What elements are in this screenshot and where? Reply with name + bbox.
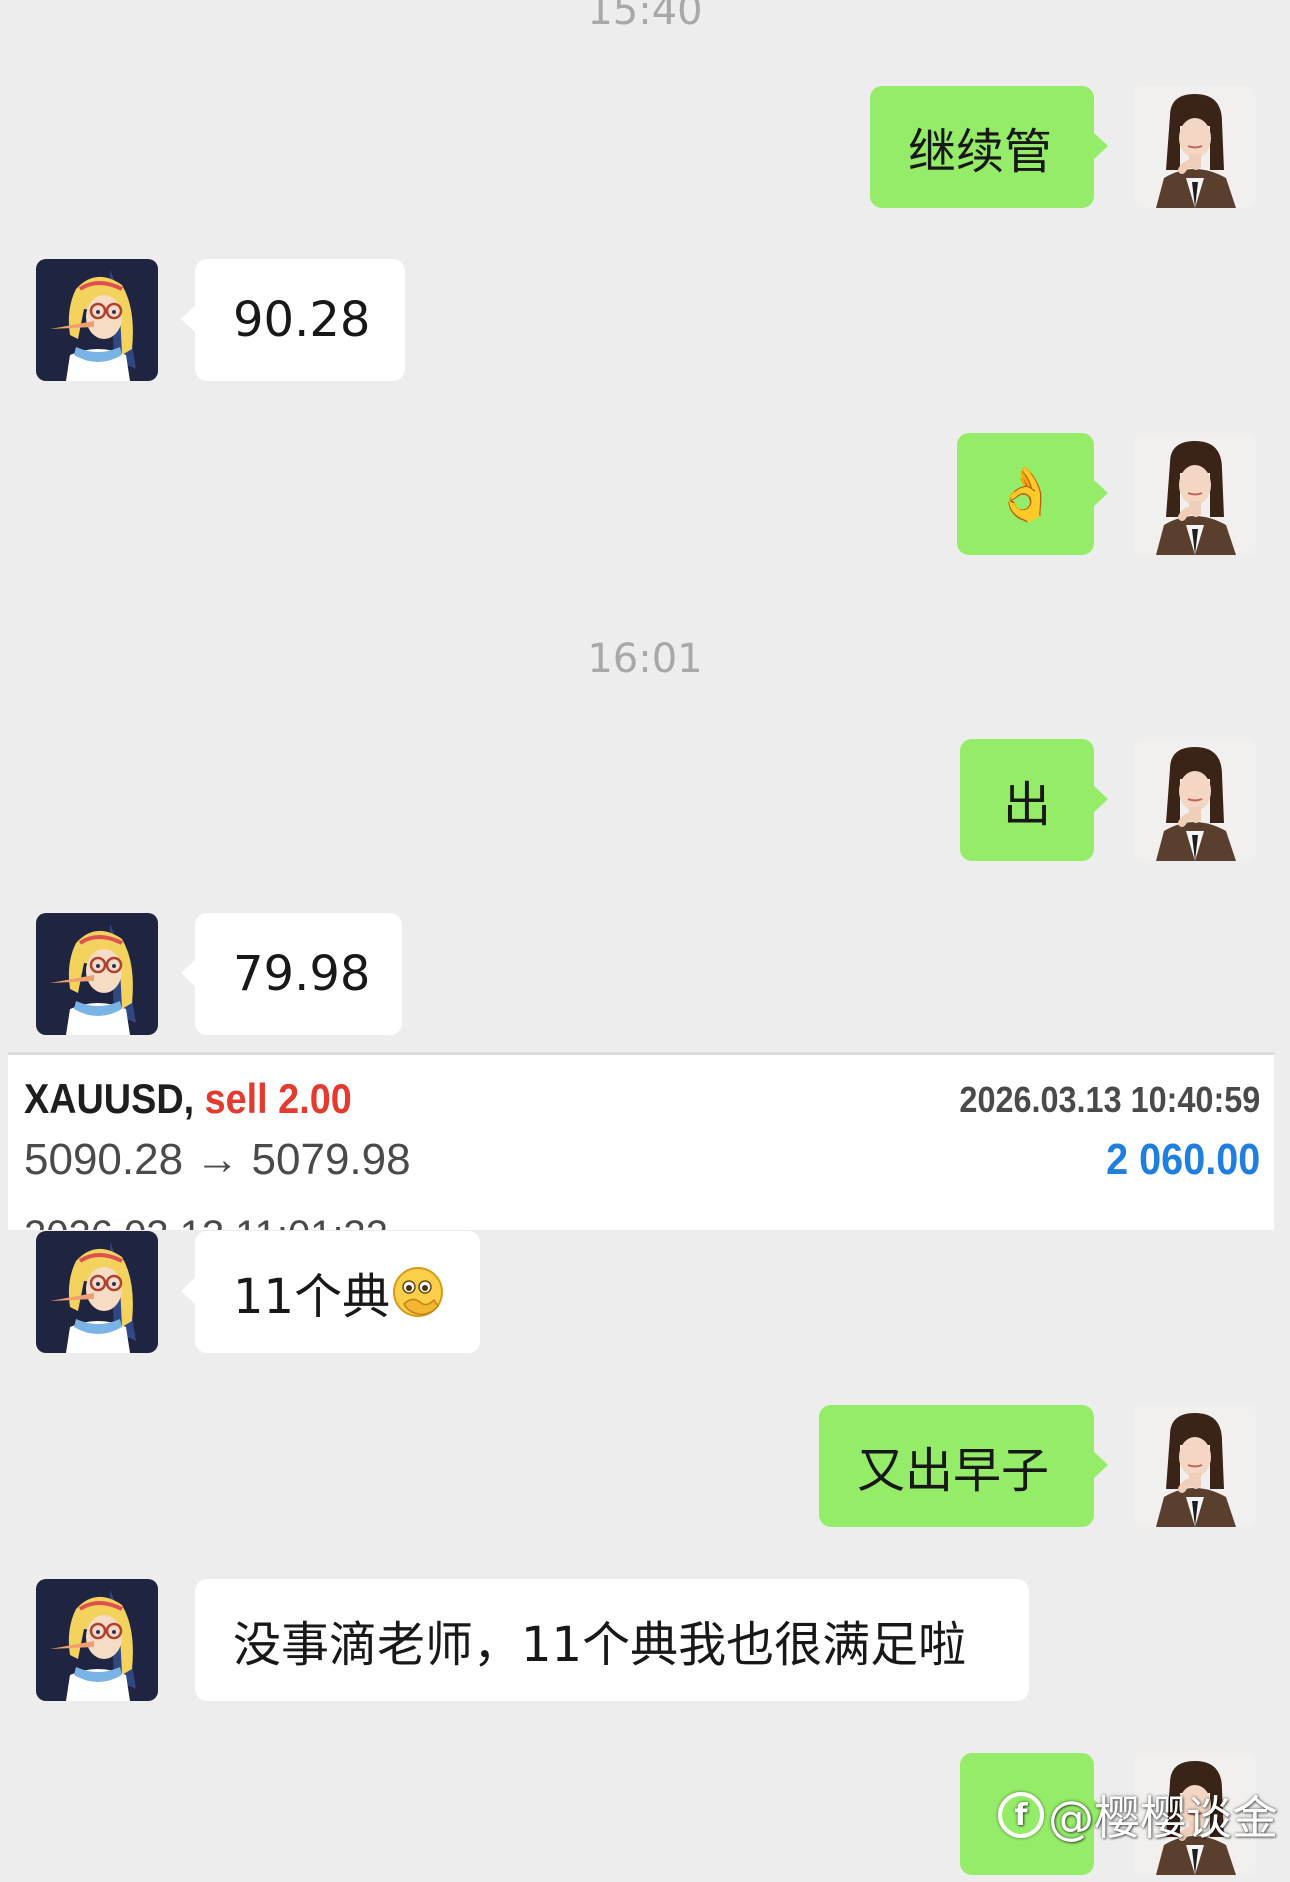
- face-hand-over-mouth-emoji-icon: [390, 1264, 446, 1320]
- self-avatar[interactable]: [1134, 1405, 1256, 1527]
- timestamp: 15:40: [587, 0, 703, 34]
- self-avatar[interactable]: [1134, 86, 1256, 208]
- next-trade-time-partial: 2026.03.13 11:01:32: [24, 1213, 388, 1230]
- sent-message-bubble[interactable]: 继续管: [870, 86, 1108, 208]
- self-avatar[interactable]: [1134, 739, 1256, 861]
- sent-message-bubble[interactable]: 又出早子: [819, 1405, 1108, 1527]
- trade-symbol: XAUUSD,: [24, 1075, 195, 1122]
- timestamp: 16:01: [587, 636, 703, 682]
- contact-avatar[interactable]: [36, 259, 158, 381]
- contact-avatar[interactable]: [36, 1231, 158, 1353]
- message-text: 继续管: [908, 124, 1053, 180]
- received-message-bubble[interactable]: 79.98: [181, 913, 402, 1035]
- cartoon-girl-avatar-icon: [36, 1579, 158, 1701]
- contact-avatar[interactable]: [36, 913, 158, 1035]
- woman-portrait-avatar-icon: [1134, 433, 1256, 555]
- message-text: 出: [1002, 777, 1051, 833]
- trade-profit: 2 060.00: [1105, 1135, 1260, 1184]
- received-message-bubble[interactable]: 11个典: [181, 1231, 480, 1353]
- trade-time: 2026.03.13 10:40:59: [959, 1079, 1260, 1120]
- woman-portrait-avatar-icon: [1134, 86, 1256, 208]
- woman-portrait-avatar-icon: [1134, 739, 1256, 861]
- message-text: 11个典: [233, 1269, 391, 1325]
- watermark-text: @樱樱谈金: [1048, 1791, 1278, 1845]
- chat-screen: 15:40 继续管 90.28 👌 16:01 出 79.98 XAUUSD, …: [0, 0, 1290, 1882]
- watermark-logo-icon: f: [998, 1792, 1044, 1838]
- arrow-icon: →: [195, 1135, 240, 1184]
- woman-portrait-avatar-icon: [1134, 1405, 1256, 1527]
- cartoon-girl-avatar-icon: [36, 259, 158, 381]
- trade-side: sell 2.00: [204, 1075, 352, 1122]
- message-text: 没事滴老师，11个典我也很满足啦: [233, 1617, 967, 1673]
- message-text: 又出早子: [857, 1443, 1050, 1499]
- trade-symbol-row: XAUUSD, sell 2.00: [24, 1075, 352, 1123]
- contact-avatar[interactable]: [36, 1579, 158, 1701]
- sent-message-bubble[interactable]: 👌: [957, 433, 1108, 555]
- received-message-bubble[interactable]: 没事滴老师，11个典我也很满足啦: [195, 1579, 1029, 1701]
- close-price: 5079.98: [251, 1135, 411, 1184]
- cartoon-girl-avatar-icon: [36, 913, 158, 1035]
- cartoon-girl-avatar-icon: [36, 1231, 158, 1353]
- message-text: 79.98: [233, 946, 371, 1002]
- self-avatar[interactable]: [1134, 433, 1256, 555]
- trade-record-card[interactable]: XAUUSD, sell 2.00 2026.03.13 10:40:59 50…: [8, 1052, 1274, 1230]
- watermark: f @樱樱谈金: [998, 1780, 1278, 1850]
- message-text: 90.28: [233, 292, 371, 348]
- sent-message-bubble[interactable]: 出: [960, 739, 1108, 861]
- ok-hand-emoji-icon: 👌: [993, 464, 1058, 525]
- trade-prices-row: 5090.28 → 5079.98: [24, 1135, 411, 1185]
- received-message-bubble[interactable]: 90.28: [181, 259, 405, 381]
- open-price: 5090.28: [24, 1135, 184, 1184]
